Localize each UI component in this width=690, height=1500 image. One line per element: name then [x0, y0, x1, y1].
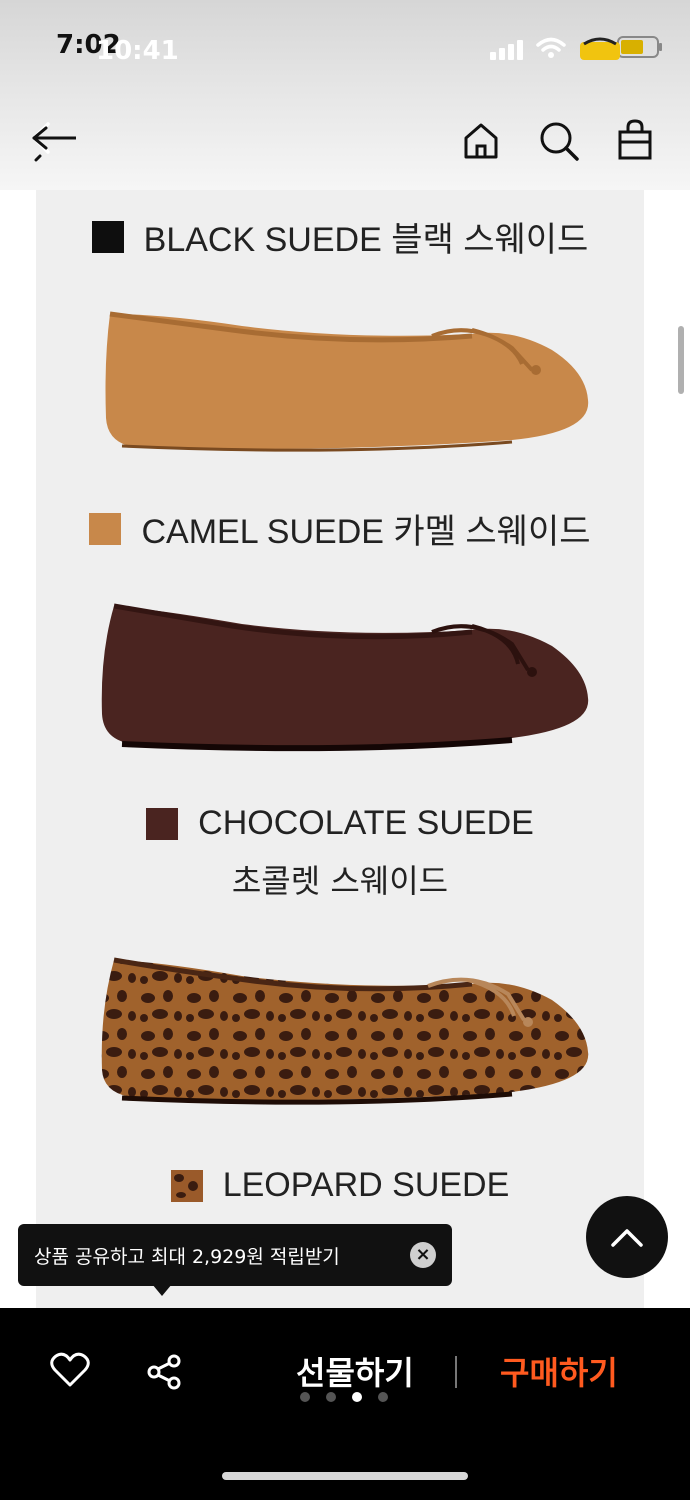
- heart-icon[interactable]: [50, 1352, 90, 1388]
- color-swatch: [89, 512, 122, 545]
- color-label: LEOPARD SUEDE: [222, 1166, 510, 1204]
- color-sub-label: 초콜렛 스웨이드: [231, 862, 449, 900]
- scroll-to-top-button[interactable]: [586, 1196, 668, 1278]
- color-option-leopard: LEOPARD SUEDE: [36, 1166, 644, 1205]
- shopping-bag-icon[interactable]: [610, 116, 660, 166]
- status-time-overlay: 10:41: [96, 36, 179, 66]
- page-dot-active: [352, 1392, 362, 1402]
- color-label: BLACK SUEDE 블랙 스웨이드: [143, 221, 589, 259]
- buy-button[interactable]: 구매하기: [500, 1348, 618, 1394]
- home-indicator: [222, 1472, 468, 1480]
- chevron-up-icon: [611, 1229, 643, 1247]
- shoe-image-leopard: [101, 957, 589, 1105]
- app-header: [0, 90, 690, 190]
- shoe-image-chocolate: [101, 603, 589, 752]
- color-swatch: [170, 1169, 203, 1202]
- color-swatch: [91, 220, 124, 253]
- color-option-chocolate: CHOCOLATE SUEDE: [36, 804, 644, 843]
- color-option-black: BLACK SUEDE 블랙 스웨이드: [36, 212, 644, 261]
- page-dot: [300, 1392, 310, 1402]
- wifi-icon: [536, 37, 566, 58]
- page-indicator: [300, 1392, 388, 1402]
- toast-message: 상품 공유하고 최대 2,929원 적립받기: [34, 1245, 340, 1268]
- signal-icon: [490, 38, 526, 60]
- color-swatch: [146, 807, 179, 840]
- close-icon[interactable]: ×: [410, 1242, 436, 1268]
- status-bar: 7:02 10:41: [0, 0, 690, 90]
- divider: [455, 1356, 457, 1388]
- color-option-camel: CAMEL SUEDE 카멜 스웨이드: [36, 504, 644, 553]
- home-icon[interactable]: [456, 116, 506, 166]
- product-detail-image: BLACK SUEDE 블랙 스웨이드 CAMEL SUEDE 카멜 스웨이드 …: [36, 190, 644, 1310]
- color-label: CHOCOLATE SUEDE: [198, 804, 534, 842]
- shoe-image-camel: [105, 311, 589, 452]
- battery-icon: [580, 36, 662, 60]
- bottom-action-bar: 선물하기 구매하기: [0, 1308, 690, 1500]
- page-dot: [378, 1392, 388, 1402]
- scrollbar-thumb[interactable]: [678, 326, 684, 394]
- color-label: CAMEL SUEDE 카멜 스웨이드: [141, 513, 591, 551]
- share-reward-toast[interactable]: 상품 공유하고 최대 2,929원 적립받기 ×: [18, 1224, 452, 1286]
- back-arrow-icon[interactable]: [26, 116, 76, 166]
- gift-button[interactable]: 선물하기: [296, 1348, 414, 1394]
- search-icon[interactable]: [534, 116, 584, 166]
- toast-pointer: [152, 1284, 172, 1296]
- page-dot: [326, 1392, 336, 1402]
- share-icon[interactable]: [146, 1354, 184, 1390]
